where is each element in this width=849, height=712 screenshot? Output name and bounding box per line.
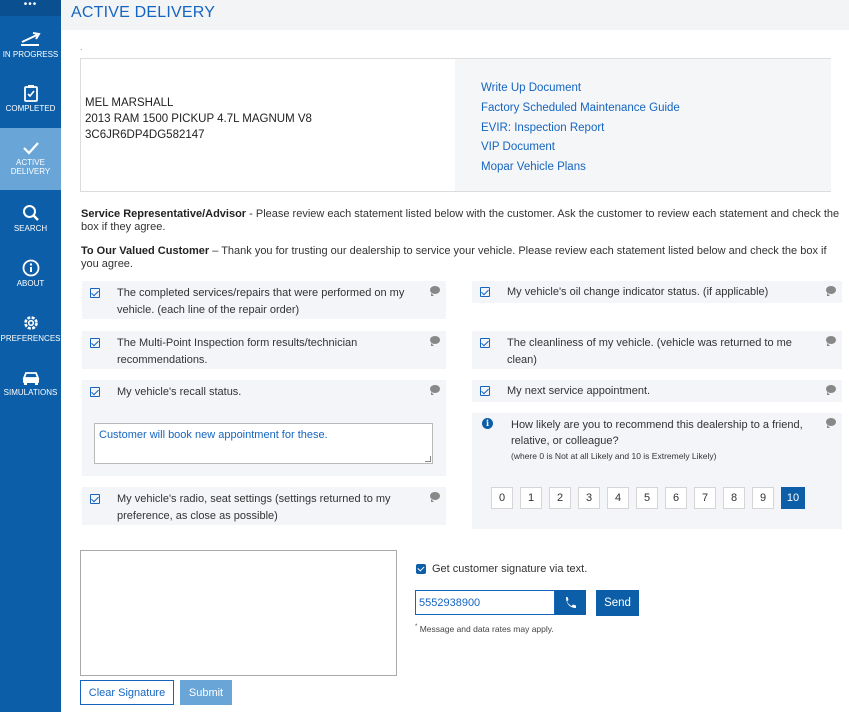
signature-pad[interactable] <box>80 550 397 676</box>
nav-label: COMPLETED <box>5 104 56 113</box>
clipboard-check-icon <box>23 85 38 102</box>
customer-label: To Our Valued Customer <box>81 245 210 257</box>
statement-checkbox[interactable] <box>480 338 490 348</box>
submit-button[interactable]: Submit <box>180 680 232 705</box>
advisor-label: Service Representative/Advisor <box>81 208 247 220</box>
rates-asterisk: * <box>415 624 418 631</box>
comment-icon[interactable] <box>430 336 440 346</box>
nav-label: IN PROGRESS <box>2 50 59 59</box>
score-option-10[interactable]: 10 <box>781 487 805 509</box>
link-vip-document[interactable]: VIP Document <box>481 138 831 158</box>
nav-label: PREFERENCES <box>0 334 61 343</box>
recall-comment-text: Customer will book new appointment for t… <box>99 429 328 441</box>
send-button[interactable]: Send <box>596 590 639 616</box>
vehicle-details: MEL MARSHALL 2013 RAM 1500 PICKUP 4.7L M… <box>85 95 312 143</box>
owner-name: MEL MARSHALL <box>85 97 174 109</box>
score-option-5[interactable]: 5 <box>636 487 658 509</box>
car-icon <box>22 372 39 385</box>
rates-text: Message and data rates may apply. <box>419 624 554 634</box>
checkmark-icon <box>22 142 39 155</box>
nav-search[interactable]: SEARCH <box>0 204 61 260</box>
statement-checkbox[interactable] <box>480 287 490 297</box>
statement-text: My vehicle's radio, seat settings (setti… <box>117 493 391 522</box>
link-write-up-document[interactable]: Write Up Document <box>481 79 831 99</box>
survey-question: How likely are you to recommend this dea… <box>511 419 803 447</box>
statement-text: The completed services/repairs that were… <box>117 287 405 316</box>
rates-note: * Message and data rates may apply. <box>415 624 554 634</box>
score-option-9[interactable]: 9 <box>752 487 774 509</box>
score-option-3[interactable]: 3 <box>578 487 600 509</box>
comment-icon[interactable] <box>826 385 836 395</box>
recall-comment-textarea[interactable]: Customer will book new appointment for t… <box>94 423 433 464</box>
comment-icon[interactable] <box>430 286 440 296</box>
statement-checkbox[interactable] <box>90 338 100 348</box>
nav-preferences[interactable]: PREFERENCES <box>0 314 61 370</box>
search-icon <box>22 205 39 221</box>
statement-checkbox[interactable] <box>480 386 490 396</box>
link-evir-report[interactable]: EVIR: Inspection Report <box>481 119 831 139</box>
statement-inspection: The Multi-Point Inspection form results/… <box>82 331 446 369</box>
advisor-instructions: Service Representative/Advisor - Please … <box>81 208 841 233</box>
score-option-8[interactable]: 8 <box>723 487 745 509</box>
vehicle-info-panel: MEL MARSHALL 2013 RAM 1500 PICKUP 4.7L M… <box>80 58 831 192</box>
comment-icon[interactable] <box>826 418 836 428</box>
statement-text: My vehicle's recall status. <box>117 386 242 398</box>
score-option-0[interactable]: 0 <box>491 487 513 509</box>
clear-signature-button[interactable]: Clear Signature <box>80 680 174 705</box>
vehicle-vin: 3C6JR6DP4DG582147 <box>85 129 205 141</box>
phone-input[interactable] <box>415 590 555 615</box>
link-maintenance-guide[interactable]: Factory Scheduled Maintenance Guide <box>481 99 831 119</box>
statement-text: My vehicle's oil change indicator status… <box>507 286 769 298</box>
text-signature-checkbox[interactable] <box>416 564 426 574</box>
phone-button[interactable] <box>555 590 586 615</box>
comment-icon[interactable] <box>826 336 836 346</box>
score-option-7[interactable]: 7 <box>694 487 716 509</box>
nav-label: SIMULATIONS <box>3 388 58 397</box>
statement-text: The Multi-Point Inspection form results/… <box>117 337 358 366</box>
car-arrow-icon <box>20 32 41 46</box>
nav-active-delivery[interactable]: ACTIVE DELIVERY <box>0 128 61 190</box>
info-circle-icon <box>22 259 39 277</box>
phone-icon <box>566 597 576 608</box>
sidebar: ••• IN PROGRESS COMPLETED ACTIVE DELIVER… <box>0 0 61 712</box>
statement-services: The completed services/repairs that were… <box>82 281 446 319</box>
gear-icon <box>23 316 38 330</box>
score-option-6[interactable]: 6 <box>665 487 687 509</box>
nav-label: SEARCH <box>13 224 48 233</box>
statement-oil: My vehicle's oil change indicator status… <box>472 281 842 303</box>
score-option-1[interactable]: 1 <box>520 487 542 509</box>
document-links: Write Up Document Factory Scheduled Main… <box>455 59 831 191</box>
comment-icon[interactable] <box>430 492 440 502</box>
main-content: ACTIVE DELIVERY . MEL MARSHALL 2013 RAM … <box>61 0 849 712</box>
comment-icon[interactable] <box>826 286 836 296</box>
statement-appointment: My next service appointment. <box>472 380 842 402</box>
comment-icon[interactable] <box>430 385 440 395</box>
score-option-4[interactable]: 4 <box>607 487 629 509</box>
nav-about[interactable]: ABOUT <box>0 259 61 315</box>
stray-dot: . <box>80 42 83 52</box>
info-icon: i <box>482 418 493 429</box>
survey-scale-note: (where 0 is Not at all Likely and 10 is … <box>511 451 717 461</box>
link-mopar-plans[interactable]: Mopar Vehicle Plans <box>481 158 831 178</box>
statement-checkbox[interactable] <box>90 494 100 504</box>
nav-label: ABOUT <box>16 279 45 288</box>
statement-text: The cleanliness of my vehicle. (vehicle … <box>507 337 792 366</box>
resize-handle[interactable] <box>425 456 431 462</box>
text-signature-label: Get customer signature via text. <box>432 563 588 575</box>
customer-instructions: To Our Valued Customer – Thank you for t… <box>81 245 841 270</box>
statement-radio: My vehicle's radio, seat settings (setti… <box>82 487 446 525</box>
statement-checkbox[interactable] <box>90 387 100 397</box>
nav-simulations[interactable]: SIMULATIONS <box>0 370 61 426</box>
nav-in-progress[interactable]: IN PROGRESS <box>0 30 61 86</box>
page-title: ACTIVE DELIVERY <box>71 4 216 21</box>
score-option-2[interactable]: 2 <box>549 487 571 509</box>
survey-card: i How likely are you to recommend this d… <box>472 413 842 529</box>
statement-text: My next service appointment. <box>507 385 651 397</box>
statement-clean: The cleanliness of my vehicle. (vehicle … <box>472 331 842 369</box>
statement-checkbox[interactable] <box>90 288 100 298</box>
more-menu-icon[interactable]: ••• <box>0 0 61 16</box>
nav-label: ACTIVE DELIVERY <box>10 158 51 176</box>
vehicle-model: 2013 RAM 1500 PICKUP 4.7L MAGNUM V8 <box>85 113 312 125</box>
